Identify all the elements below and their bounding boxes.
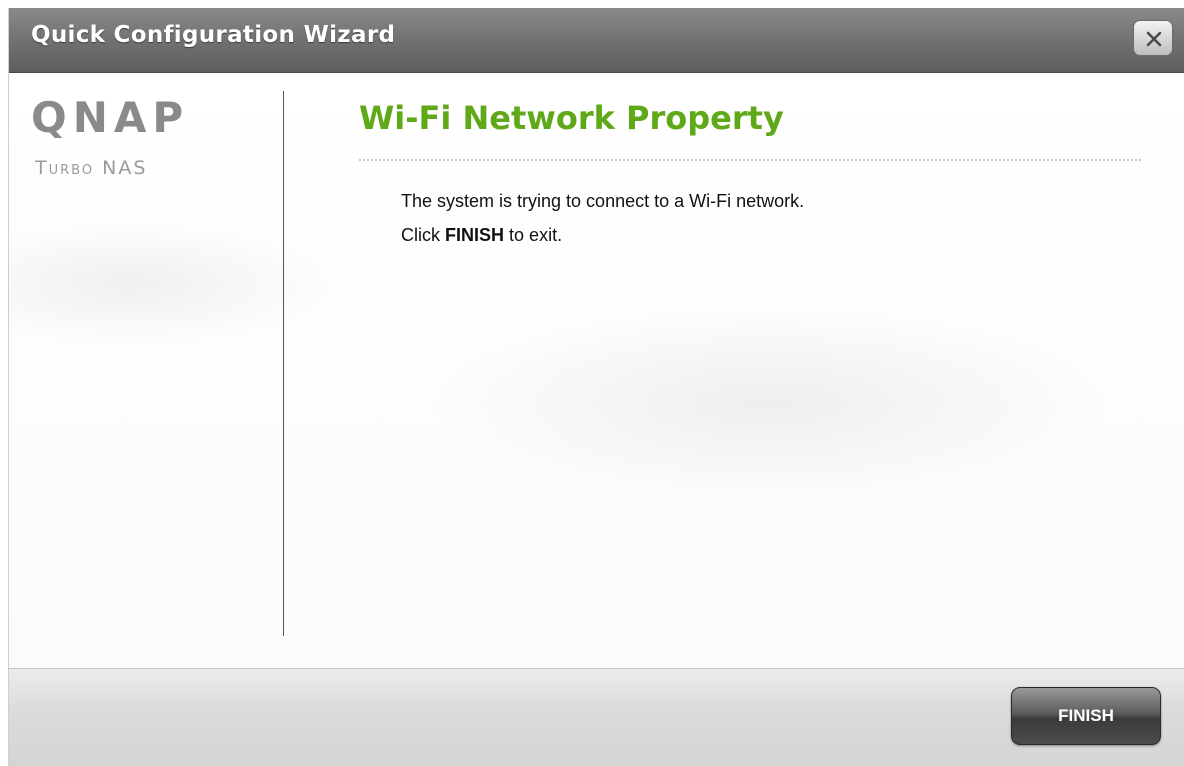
instruction-suffix: to exit. [509,225,563,245]
wizard-dialog: Quick Configuration Wizard QNAP Turbo NA… [8,8,1184,766]
dialog-titlebar: Quick Configuration Wizard [9,8,1184,73]
status-message: The system is trying to connect to a Wi-… [401,191,805,211]
close-button[interactable] [1133,20,1173,56]
instruction-finish-word: FINISH [445,225,505,245]
heading-divider [359,159,1141,161]
qnap-logo: QNAP [31,93,190,142]
vertical-divider [283,91,284,636]
page-title: Wi-Fi Network Property [359,99,784,137]
dialog-footer: FINISH [9,668,1184,766]
instruction-prefix: Click [401,225,440,245]
close-icon [1146,31,1162,47]
finish-button[interactable]: FINISH [1011,687,1161,745]
instruction-message: Click FINISH to exit. [401,225,562,246]
wizard-body: QNAP Turbo NAS Wi-Fi Network Property Th… [9,73,1184,668]
dialog-title: Quick Configuration Wizard [31,22,396,48]
logo-tagline: Turbo NAS [35,157,148,179]
